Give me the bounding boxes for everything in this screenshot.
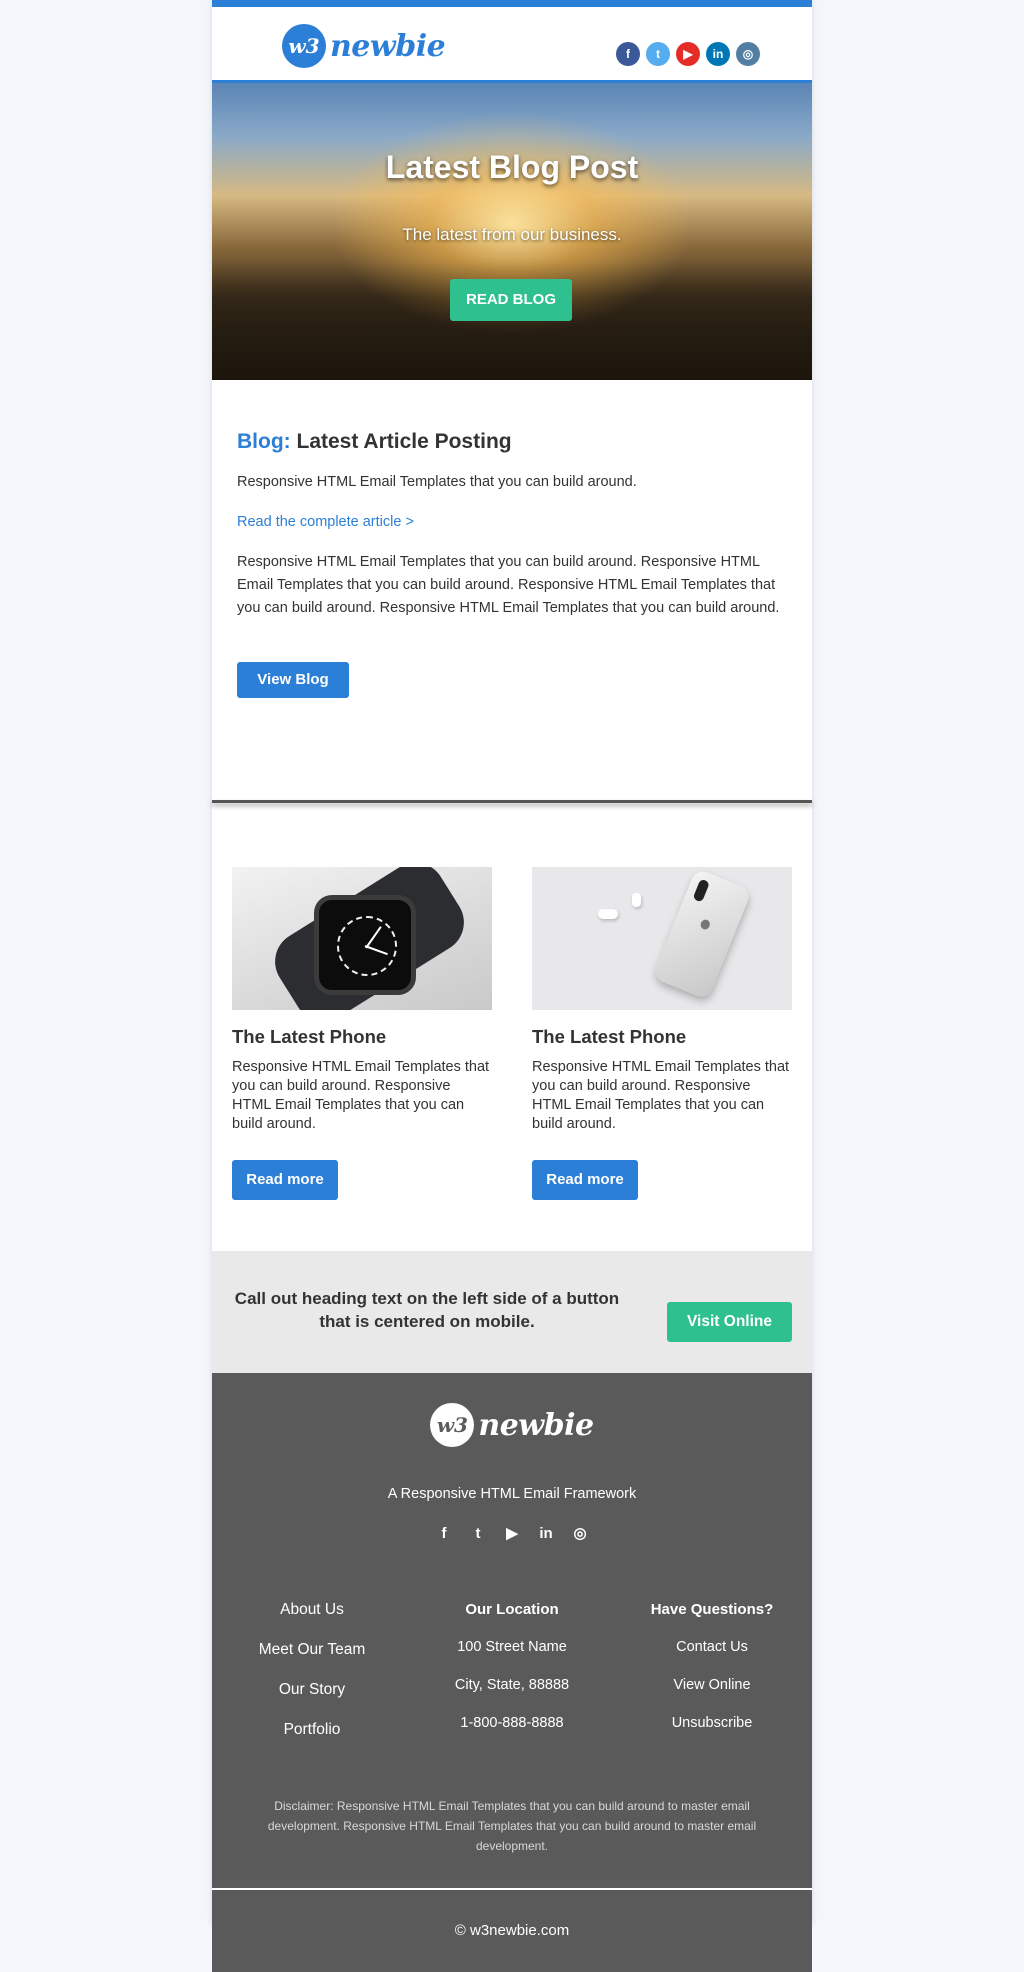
linkedin-icon[interactable]: in xyxy=(536,1523,556,1543)
blog-body: Responsive HTML Email Templates that you… xyxy=(237,554,780,616)
callout-heading: Call out heading text on the left side o… xyxy=(234,1289,620,1331)
view-blog-button[interactable]: View Blog xyxy=(237,662,349,698)
top-accent-bar xyxy=(212,0,812,7)
facebook-icon[interactable]: f xyxy=(616,42,640,66)
header: w3 newbie f t ▶ in ◎ xyxy=(212,7,812,83)
blog-heading: Blog: Latest Article Posting xyxy=(237,430,787,454)
address-street: 100 Street Name xyxy=(457,1639,567,1655)
blog-heading-prefix: Blog: xyxy=(237,430,291,453)
instagram-icon[interactable]: ◎ xyxy=(570,1523,590,1543)
products-section: The Latest Phone Responsive HTML Email T… xyxy=(212,803,812,1251)
youtube-icon[interactable]: ▶ xyxy=(676,42,700,66)
linkedin-icon[interactable]: in xyxy=(706,42,730,66)
read-more-button[interactable]: Read more xyxy=(532,1160,638,1200)
footer-link-about-us[interactable]: About Us xyxy=(212,1601,412,1641)
footer-links-column: About Us Meet Our Team Our Story Portfol… xyxy=(212,1601,412,1761)
twitter-icon[interactable]: t xyxy=(646,42,670,66)
logo-text: newbie xyxy=(478,1407,594,1443)
blog-intro: Responsive HTML Email Templates that you… xyxy=(237,474,637,490)
read-more-button[interactable]: Read more xyxy=(232,1160,338,1200)
product-description: Responsive HTML Email Templates that you… xyxy=(232,1059,490,1132)
apple-logo-icon xyxy=(699,918,712,931)
product-title: The Latest Phone xyxy=(532,1026,687,1047)
footer-location-column: Our Location 100 Street Name City, State… xyxy=(412,1601,612,1753)
unsubscribe-link[interactable]: Unsubscribe xyxy=(612,1715,812,1753)
twitter-icon[interactable]: t xyxy=(468,1523,488,1543)
watch-image xyxy=(232,867,492,1010)
location-heading: Our Location xyxy=(465,1601,559,1618)
contact-us-link[interactable]: Contact Us xyxy=(612,1639,812,1677)
footer-link-our-story[interactable]: Our Story xyxy=(212,1681,412,1721)
instagram-icon[interactable]: ◎ xyxy=(736,42,760,66)
read-article-link[interactable]: Read the complete article > xyxy=(237,514,787,530)
copyright-bar: © w3newbie.com xyxy=(212,1888,812,1972)
phone-number[interactable]: 1-800-888-8888 xyxy=(412,1715,612,1753)
view-online-link[interactable]: View Online xyxy=(612,1677,812,1715)
visit-online-button[interactable]: Visit Online xyxy=(667,1302,792,1342)
footer-questions-column: Have Questions? Contact Us View Online U… xyxy=(612,1601,812,1753)
product-card: The Latest Phone Responsive HTML Email T… xyxy=(532,867,792,1200)
header-social-links: f t ▶ in ◎ xyxy=(616,42,760,66)
blog-section: Blog: Latest Article Posting Responsive … xyxy=(212,380,812,800)
copyright-text[interactable]: © w3newbie.com xyxy=(455,1922,569,1939)
hero-subtitle: The latest from our business. xyxy=(402,225,622,244)
questions-heading: Have Questions? xyxy=(650,1601,774,1618)
footer-link-portfolio[interactable]: Portfolio xyxy=(212,1721,412,1761)
blog-heading-text: Latest Article Posting xyxy=(296,430,512,453)
address-city: City, State, 88888 xyxy=(454,1677,570,1693)
callout-section: Call out heading text on the left side o… xyxy=(212,1251,812,1373)
phone-image xyxy=(532,867,792,1010)
watch-face xyxy=(314,895,416,995)
earbud xyxy=(632,893,641,907)
footer: w3 newbie A Responsive HTML Email Framew… xyxy=(212,1373,812,1888)
logo-text: newbie xyxy=(330,28,446,64)
hero-title: Latest Blog Post xyxy=(385,149,639,185)
hero-banner: Latest Blog Post The latest from our bus… xyxy=(212,83,812,380)
product-title: The Latest Phone xyxy=(232,1026,387,1047)
youtube-icon[interactable]: ▶ xyxy=(502,1523,522,1543)
product-description: Responsive HTML Email Templates that you… xyxy=(532,1059,790,1132)
earbuds-case xyxy=(598,909,618,919)
logo-mark-icon: w3 xyxy=(282,24,326,68)
footer-logo[interactable]: w3 newbie xyxy=(212,1403,812,1447)
camera-module xyxy=(692,878,710,903)
product-card: The Latest Phone Responsive HTML Email T… xyxy=(232,867,492,1200)
disclaimer-text: Disclaimer: Responsive HTML Email Templa… xyxy=(267,1799,757,1853)
footer-link-meet-our-team[interactable]: Meet Our Team xyxy=(212,1641,412,1681)
footer-social-links: f t ▶ in ◎ xyxy=(212,1523,812,1543)
logo-mark-icon: w3 xyxy=(430,1403,475,1447)
footer-tagline: A Responsive HTML Email Framework xyxy=(387,1486,637,1502)
email-container: w3 newbie f t ▶ in ◎ Latest Blog Post Th… xyxy=(212,0,812,1972)
brand-logo[interactable]: w3 newbie xyxy=(282,24,446,68)
facebook-icon[interactable]: f xyxy=(434,1523,454,1543)
read-blog-button[interactable]: READ BLOG xyxy=(450,279,572,321)
phone-device xyxy=(652,868,752,1000)
